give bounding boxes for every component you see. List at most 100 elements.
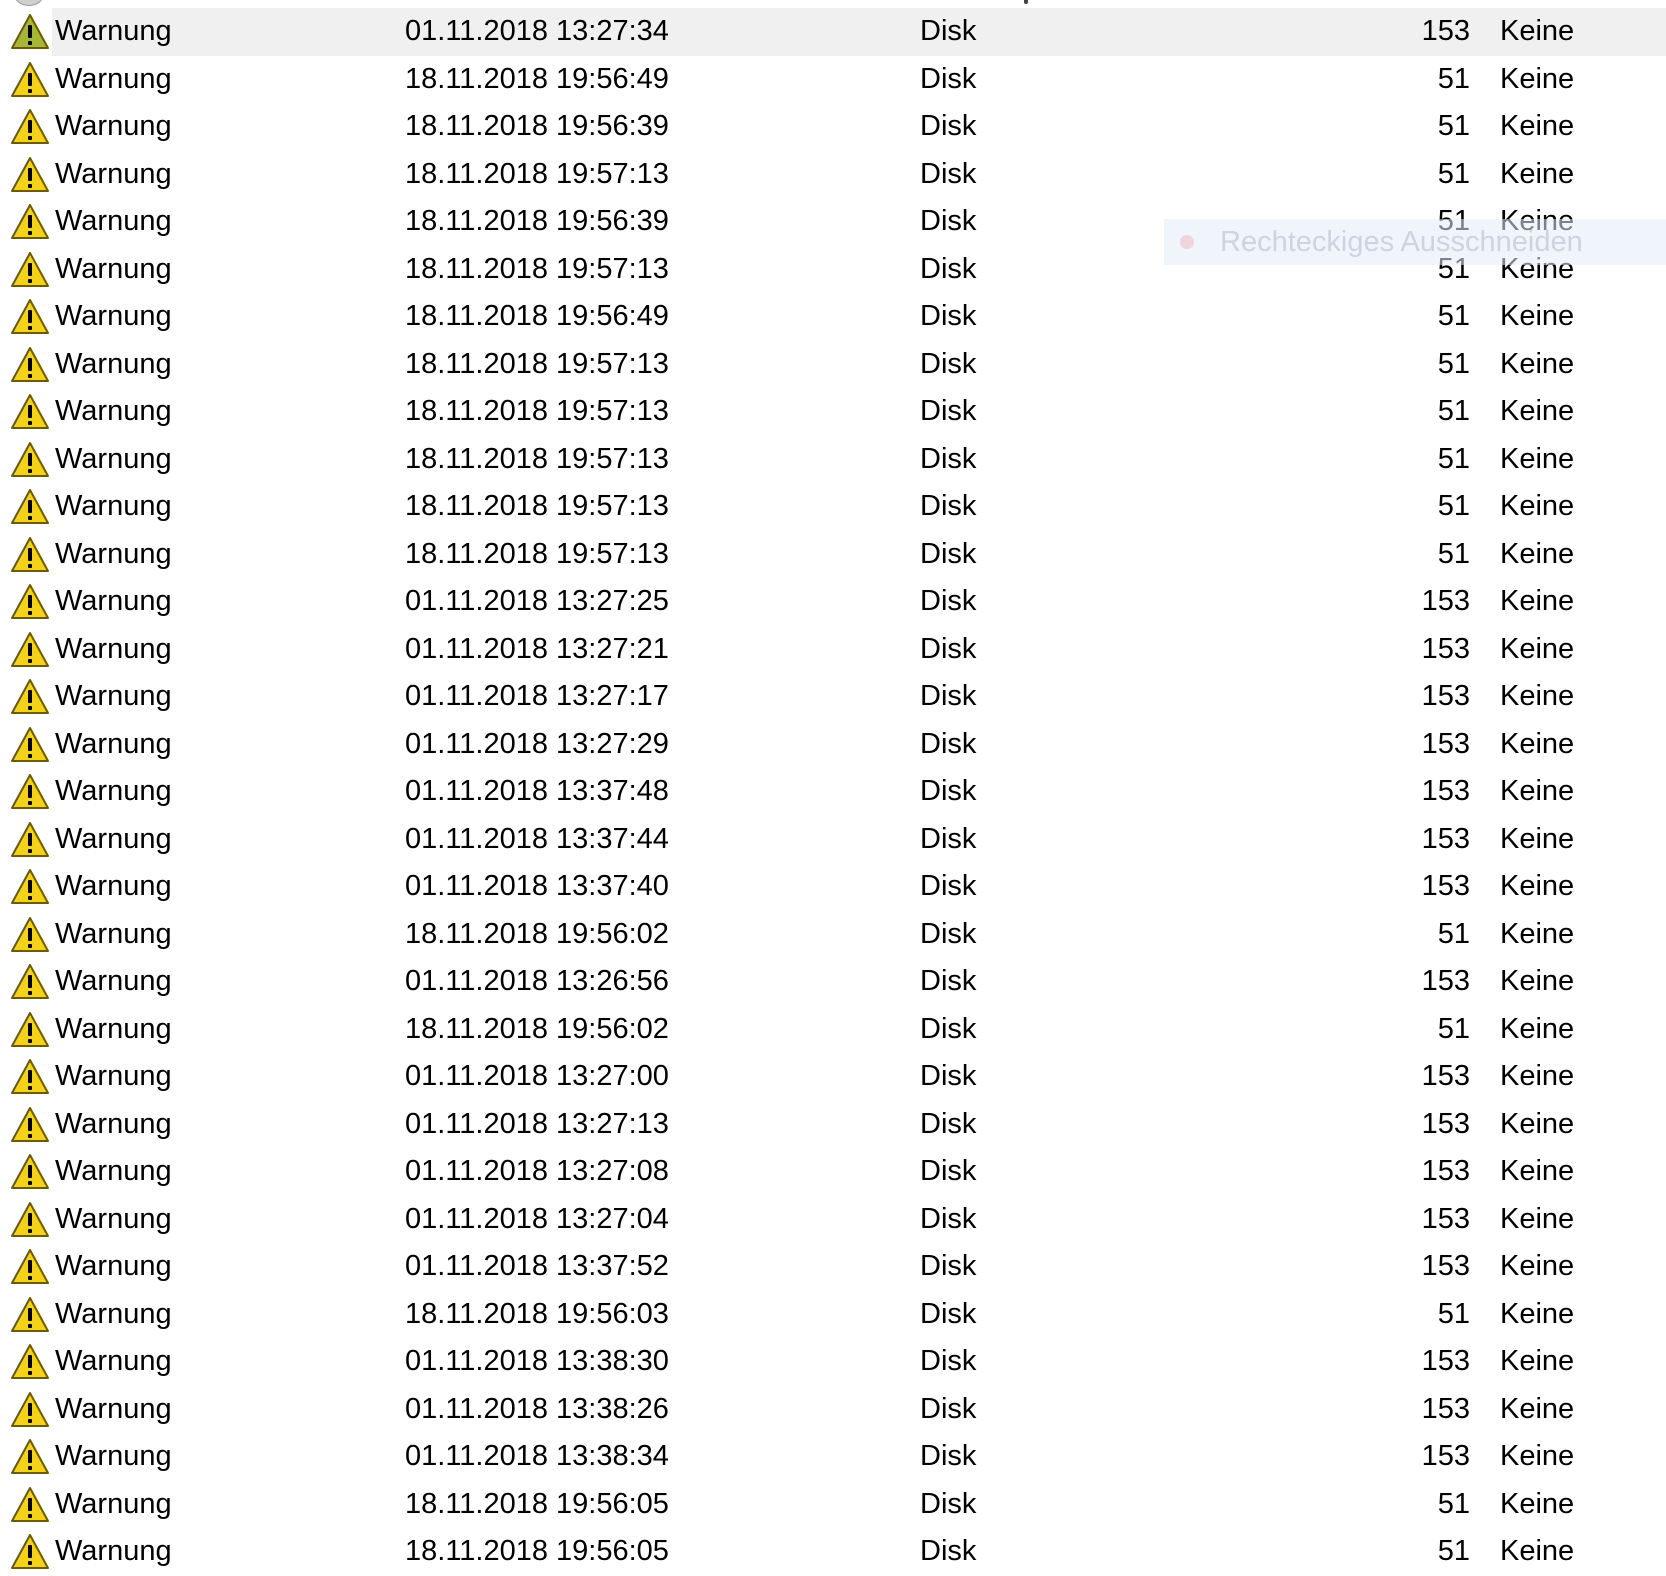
table-row[interactable]: Warnung 18.11.2018 19:56:03 Disk 51 Keine	[0, 1291, 1666, 1339]
table-row[interactable]: Warnung 01.11.2018 13:27:00 Disk 153 Keine	[0, 1053, 1666, 1101]
event-level: Warnung	[55, 252, 172, 285]
event-id: 153	[1421, 965, 1470, 997]
table-row[interactable]: Warnung 18.11.2018 19:56:02 Disk 51 Keine	[0, 1006, 1666, 1054]
event-datetime: 18.11.2018 19:56:05	[405, 1535, 669, 1567]
event-datetime: 18.11.2018 19:56:49	[405, 62, 669, 95]
event-level: Warnung	[55, 632, 172, 665]
event-category: Keine	[1500, 965, 1575, 997]
event-id: 153	[1421, 1107, 1470, 1140]
event-id: 51	[1437, 1535, 1470, 1567]
warning-icon	[10, 631, 50, 669]
table-row[interactable]: Warnung 18.11.2018 19:57:13 Disk 51 Keine	[0, 388, 1666, 436]
table-row[interactable]: Warnung 18.11.2018 19:57:13 Disk 51 Keine	[0, 531, 1666, 579]
table-row[interactable]: Warnung 01.11.2018 13:27:04 Disk 153 Keine	[0, 1196, 1666, 1244]
event-source: Disk	[920, 110, 977, 142]
event-category: Keine	[1500, 1440, 1575, 1472]
warning-icon	[10, 1248, 50, 1286]
table-row[interactable]: Warnung 01.11.2018 13:27:17 Disk 153 Keine	[0, 673, 1666, 721]
warning-icon	[10, 773, 50, 811]
table-row[interactable]: Warnung 01.11.2018 13:27:08 Disk 153 Keine	[0, 1148, 1666, 1196]
event-source: Disk	[920, 15, 977, 47]
event-datetime: 18.11.2018 19:56:02	[405, 1012, 669, 1045]
table-row[interactable]: Warnung 01.11.2018 13:37:48 Disk 153 Keine	[0, 768, 1666, 816]
table-row[interactable]: Warnung 18.11.2018 19:57:13 Disk 51 Keine	[0, 436, 1666, 484]
table-row[interactable]: Warnung 18.11.2018 19:56:39 Disk 51 Keine	[0, 103, 1666, 151]
snip-overlay-label: Rechteckiges Ausschneiden	[1220, 226, 1583, 258]
table-row[interactable]: Warnung 01.11.2018 13:26:56 Disk 153 Keine	[0, 958, 1666, 1006]
warning-icon	[10, 108, 50, 146]
event-source: Disk	[920, 1155, 977, 1187]
table-row[interactable]: Warnung 18.11.2018 19:56:02 Disk 51 Keine	[0, 911, 1666, 959]
event-id: 51	[1437, 62, 1470, 95]
event-id: 51	[1437, 300, 1470, 332]
event-id: 153	[1421, 1060, 1470, 1092]
event-source: Disk	[920, 1487, 977, 1520]
event-category: Keine	[1500, 1345, 1575, 1377]
event-id: 51	[1437, 157, 1470, 190]
event-datetime: 01.11.2018 13:27:29	[405, 727, 669, 760]
warning-icon	[10, 203, 50, 241]
event-category: Keine	[1500, 917, 1575, 950]
event-level: Warnung	[55, 1060, 172, 1092]
event-id: 51	[1437, 347, 1470, 380]
event-category: Keine	[1500, 1155, 1575, 1187]
table-row[interactable]: Warnung 01.11.2018 13:37:52 Disk 153 Keine	[0, 1243, 1666, 1291]
event-datetime: 01.11.2018 13:27:21	[405, 632, 669, 665]
event-source: Disk	[920, 965, 977, 997]
table-row[interactable]: Warnung 18.11.2018 19:56:49 Disk 51 Keine	[0, 56, 1666, 104]
event-level: Warnung	[55, 1250, 172, 1282]
event-source: Disk	[920, 1345, 977, 1377]
table-row[interactable]: Warnung 18.11.2018 19:57:13 Disk 51 Keine	[0, 151, 1666, 199]
table-row[interactable]: Warnung 18.11.2018 19:57:13 Disk 51 Keine	[0, 483, 1666, 531]
cut-off-glyph	[1024, 0, 1028, 4]
warning-icon	[10, 1438, 50, 1476]
event-source: Disk	[920, 62, 977, 95]
table-row[interactable]: Warnung 01.11.2018 13:38:34 Disk 153 Keine	[0, 1433, 1666, 1481]
event-category: Keine	[1500, 870, 1575, 902]
table-row[interactable]: Warnung 18.11.2018 19:56:05 Disk 51 Keine	[0, 1481, 1666, 1529]
warning-icon	[10, 963, 50, 1001]
table-row[interactable]: Warnung 18.11.2018 19:57:13 Disk 51 Keine	[0, 341, 1666, 389]
event-datetime: 01.11.2018 13:27:00	[405, 1060, 669, 1092]
event-level: Warnung	[55, 585, 172, 617]
table-row[interactable]: Warnung 01.11.2018 13:27:21 Disk 153 Keine	[0, 626, 1666, 674]
table-row[interactable]: Warnung 01.11.2018 13:37:40 Disk 153 Keine	[0, 863, 1666, 911]
event-datetime: 18.11.2018 19:57:13	[405, 490, 669, 522]
event-source: Disk	[920, 205, 977, 237]
event-category: Keine	[1500, 1107, 1575, 1140]
warning-icon	[10, 346, 50, 384]
event-category: Keine	[1500, 490, 1575, 522]
table-row[interactable]: Warnung 01.11.2018 13:38:30 Disk 153 Keine	[0, 1338, 1666, 1386]
table-row[interactable]: Warnung 18.11.2018 19:56:49 Disk 51 Keine	[0, 293, 1666, 341]
event-id: 51	[1437, 1487, 1470, 1520]
warning-icon	[10, 726, 50, 764]
table-row[interactable]: Warnung 18.11.2018 19:56:05 Disk 51 Keine	[0, 1528, 1666, 1576]
warning-icon	[10, 868, 50, 906]
warning-icon	[10, 1391, 50, 1429]
event-id: 153	[1421, 775, 1470, 807]
event-datetime: 18.11.2018 19:57:13	[405, 347, 669, 380]
event-source: Disk	[920, 347, 977, 380]
snip-overlay[interactable]: Rechteckiges Ausschneiden	[1164, 219, 1666, 265]
event-datetime: 01.11.2018 13:37:44	[405, 822, 669, 855]
event-id: 51	[1437, 110, 1470, 142]
event-datetime: 18.11.2018 19:56:03	[405, 1297, 669, 1330]
event-source: Disk	[920, 252, 977, 285]
table-row[interactable]: Warnung 01.11.2018 13:27:29 Disk 153 Keine	[0, 721, 1666, 769]
event-level: Warnung	[55, 775, 172, 807]
event-level: Warnung	[55, 205, 172, 237]
table-row[interactable]: Warnung 01.11.2018 13:27:13 Disk 153 Keine	[0, 1101, 1666, 1149]
table-row[interactable]: Warnung 01.11.2018 13:27:34 Disk 153 Keine	[0, 8, 1666, 56]
event-category: Keine	[1500, 1060, 1575, 1092]
warning-icon	[10, 1011, 50, 1049]
table-row[interactable]: Warnung 01.11.2018 13:38:26 Disk 153 Keine	[0, 1386, 1666, 1434]
table-row[interactable]: Warnung 01.11.2018 13:27:25 Disk 153 Keine	[0, 578, 1666, 626]
event-category: Keine	[1500, 395, 1575, 427]
event-level: Warnung	[55, 1297, 172, 1330]
event-category: Keine	[1500, 585, 1575, 617]
event-category: Keine	[1500, 822, 1575, 855]
warning-icon	[10, 916, 50, 954]
event-id: 153	[1421, 1202, 1470, 1235]
table-row[interactable]: Warnung 01.11.2018 13:37:44 Disk 153 Keine	[0, 816, 1666, 864]
event-datetime: 18.11.2018 19:56:49	[405, 300, 669, 332]
